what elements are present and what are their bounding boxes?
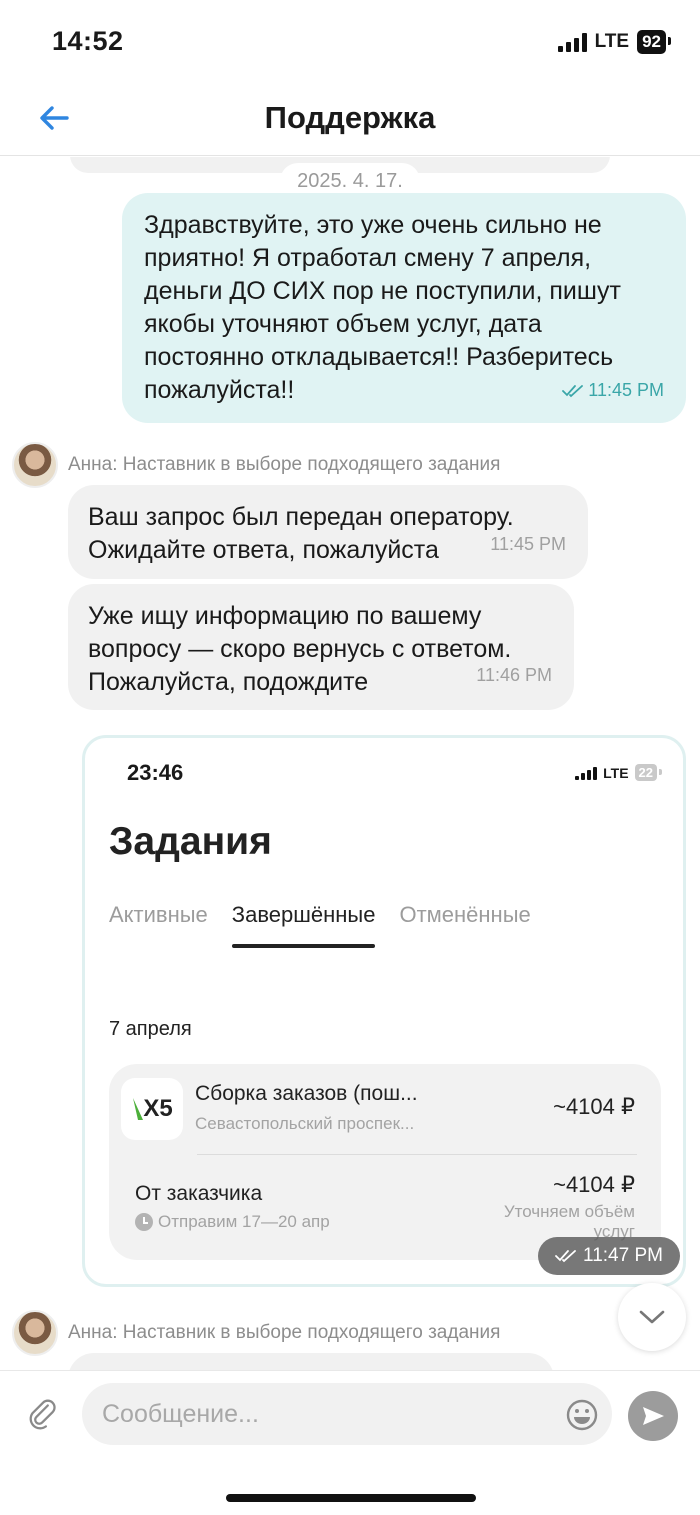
chevron-down-icon xyxy=(639,1310,665,1324)
composer xyxy=(0,1370,700,1460)
message-time: 11:46 PM xyxy=(476,665,552,685)
avatar[interactable] xyxy=(12,1310,58,1356)
task-price: ~4104 ₽ xyxy=(553,1094,635,1119)
message-meta: 11:45 PM xyxy=(562,374,664,407)
screenshot-date: 7 апреля xyxy=(109,1018,192,1040)
sender-row: Анна: Наставник в выборе подходящего зад… xyxy=(12,1310,500,1356)
page-title: Поддержка xyxy=(264,100,436,135)
scroll-down-button[interactable] xyxy=(618,1283,686,1351)
attachment-time: 11:47 PM xyxy=(583,1245,663,1266)
sender-name: Анна: Наставник в выборе подходящего зад… xyxy=(68,1322,501,1343)
tab-cancelled: Отменённые xyxy=(399,902,531,927)
status-indicators: LTE 92 xyxy=(557,30,671,54)
message-time: 11:45 PM xyxy=(490,534,566,554)
outgoing-message[interactable]: Здравствуйте, это уже очень сильно не пр… xyxy=(122,193,686,423)
smile-icon xyxy=(566,1399,598,1431)
volume-note: Уточняем объём услуг xyxy=(503,1202,635,1241)
x5-logo: X5 xyxy=(121,1078,183,1140)
tab-completed: Завершённые xyxy=(231,902,375,948)
screenshot-status-indicators: LTE 22 xyxy=(575,764,663,781)
status-time: 14:52 xyxy=(52,26,124,56)
payment-eta-text: Отправим 17—20 апр xyxy=(158,1212,330,1231)
avatar[interactable] xyxy=(12,442,58,488)
sender-name: Анна: Наставник в выборе подходящего зад… xyxy=(68,454,501,475)
task-card: X5 Сборка заказов (пош... Севастопольски… xyxy=(109,1064,661,1260)
send-arrow-icon xyxy=(643,1407,664,1425)
payment-eta: Отправим 17—20 апр xyxy=(135,1212,330,1232)
task-address: Севастопольский проспек... xyxy=(195,1114,415,1133)
double-check-icon xyxy=(562,384,584,397)
incoming-message[interactable]: Уже ищу информацию по вашему вопросу — с… xyxy=(68,584,574,710)
message-input[interactable] xyxy=(82,1383,612,1445)
screenshot-tabs: Активные Завершённые Отменённые xyxy=(109,902,531,948)
tab-active: Активные xyxy=(109,902,208,927)
next-message-bubble xyxy=(68,1353,554,1370)
battery-icon: 92 xyxy=(637,30,671,54)
divider xyxy=(197,1154,637,1155)
task-title: Сборка заказов (пош... xyxy=(195,1082,418,1105)
logo-text: X5 xyxy=(143,1095,173,1122)
network-label: LTE xyxy=(603,764,629,781)
customer-price: ~4104 ₽ xyxy=(553,1172,635,1197)
nav-bar: Поддержка xyxy=(0,80,700,156)
paperclip-icon xyxy=(29,1399,56,1430)
send-button[interactable] xyxy=(628,1391,678,1441)
screenshot-title: Задания xyxy=(109,820,272,863)
signal-icon xyxy=(557,32,587,52)
emoji-button[interactable] xyxy=(564,1397,600,1433)
status-bar: 14:52 LTE 92 xyxy=(0,0,700,80)
home-indicator xyxy=(226,1494,476,1502)
message-time: 11:45 PM xyxy=(588,380,664,400)
incoming-message[interactable]: Ваш запрос был передан оператору. Ожидай… xyxy=(68,485,588,579)
attachment-time-badge: 11:47 PM xyxy=(538,1237,680,1275)
screenshot-status-time: 23:46 xyxy=(127,760,184,785)
from-customer-label: От заказчика xyxy=(135,1182,263,1205)
chat-area[interactable]: 2025. 4. 17. Здравствуйте, это уже очень… xyxy=(0,157,700,1370)
sender-row: Анна: Наставник в выборе подходящего зад… xyxy=(12,442,500,488)
battery-icon: 22 xyxy=(634,764,663,781)
network-label: LTE xyxy=(594,31,630,52)
attach-button[interactable] xyxy=(22,1393,68,1439)
signal-icon xyxy=(575,766,598,780)
image-attachment[interactable]: 23:46 LTE 22 Задания Активные Завершённы… xyxy=(82,735,686,1287)
clock-icon xyxy=(135,1213,153,1231)
double-check-icon xyxy=(555,1250,576,1263)
